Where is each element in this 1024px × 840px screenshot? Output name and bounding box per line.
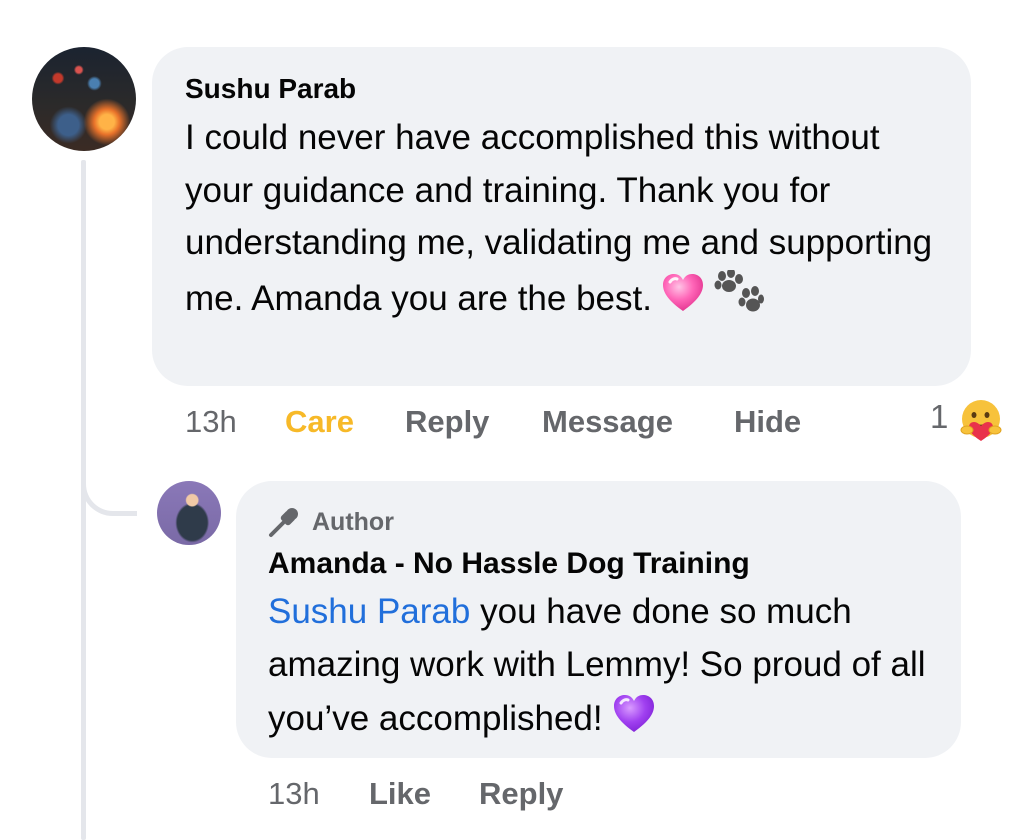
- microphone-icon: [268, 506, 302, 548]
- mention-link[interactable]: Sushu Parab: [268, 592, 470, 631]
- care-button[interactable]: Care: [285, 404, 354, 440]
- avatar-amanda[interactable]: [157, 481, 221, 545]
- reply-button[interactable]: Reply: [405, 404, 489, 440]
- thread-connector: [81, 460, 137, 516]
- avatar-sushu-parab[interactable]: [32, 47, 136, 151]
- hide-button[interactable]: Hide: [734, 404, 801, 440]
- like-button[interactable]: Like: [369, 776, 431, 812]
- comment-timestamp[interactable]: 13h: [185, 404, 237, 440]
- reply-timestamp[interactable]: 13h: [268, 776, 320, 812]
- author-badge-label: Author: [312, 508, 394, 536]
- comment-author-name[interactable]: Sushu Parab: [185, 72, 356, 106]
- reply-author-name[interactable]: Amanda - No Hassle Dog Training: [268, 547, 750, 581]
- care-reaction-icon[interactable]: [958, 397, 1004, 448]
- comment-text-body: I could never have accomplished this wit…: [185, 118, 933, 318]
- message-button[interactable]: Message: [542, 404, 673, 440]
- reaction-count[interactable]: 1: [930, 398, 948, 436]
- comment-text: I could never have accomplished this wit…: [185, 112, 955, 331]
- reply-text: Sushu Parab you have done so much amazin…: [268, 586, 948, 751]
- reply-reply-button[interactable]: Reply: [479, 776, 563, 812]
- pink-heart-icon: [660, 270, 706, 332]
- paw-prints-icon: [714, 267, 764, 332]
- purple-heart-icon: [611, 691, 657, 751]
